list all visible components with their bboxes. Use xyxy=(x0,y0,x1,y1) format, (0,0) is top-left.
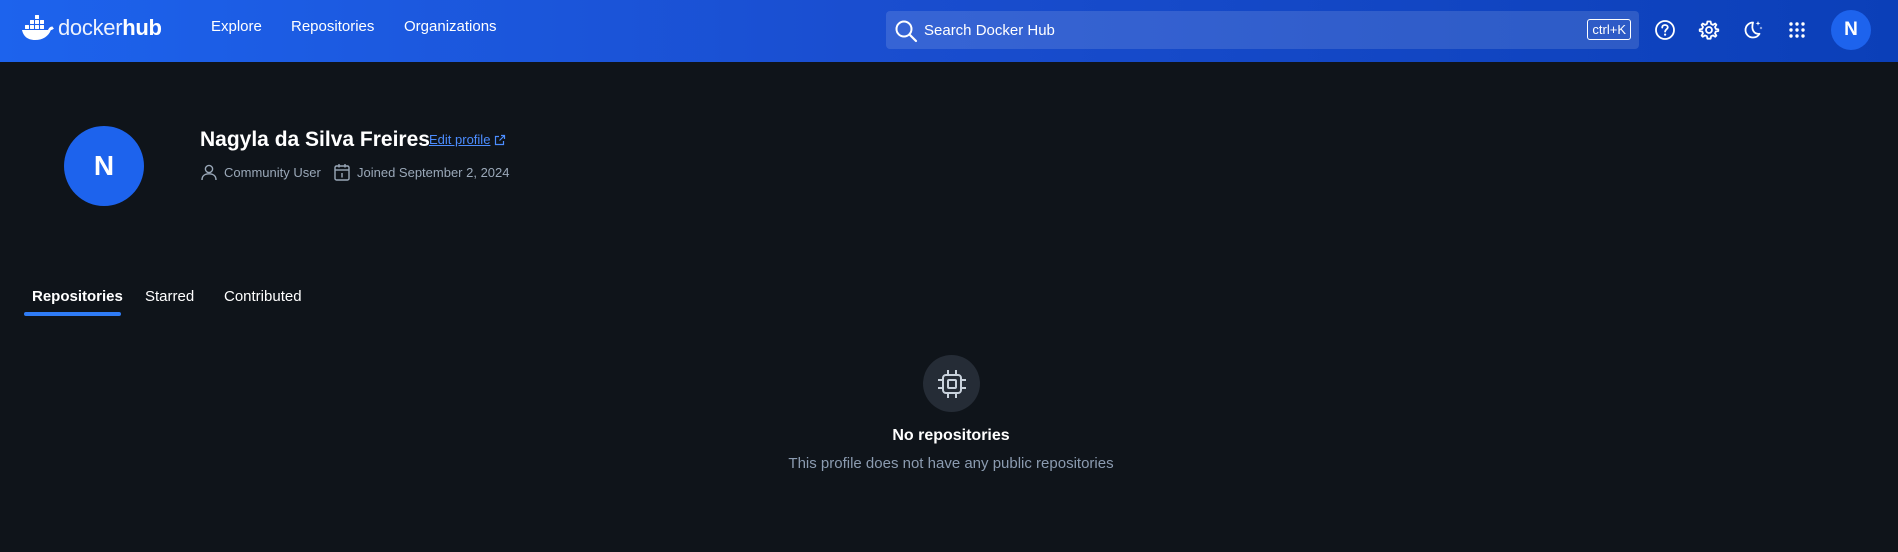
theme-toggle-icon xyxy=(1744,21,1763,39)
search-icon xyxy=(895,20,918,43)
tab-repositories[interactable]: Repositories xyxy=(32,288,123,305)
user-avatar-button[interactable]: N xyxy=(1831,10,1871,50)
logo-word-docker: docker xyxy=(58,15,123,40)
tab-contributed[interactable]: Contributed xyxy=(224,288,302,305)
edit-profile-label: Edit profile xyxy=(429,132,491,147)
search-shortcut-badge: ctrl+K xyxy=(1587,19,1631,40)
empty-state-title: No repositories xyxy=(892,427,1010,444)
top-navigation-bar: dockerhub Explore Repositories Organizat… xyxy=(0,0,1898,62)
join-date: Joined September 2, 2024 xyxy=(333,163,510,181)
empty-state-icon-circle xyxy=(923,355,980,412)
gear-icon xyxy=(1698,20,1720,40)
calendar-icon xyxy=(334,164,350,181)
search-bar[interactable]: ctrl+K xyxy=(886,11,1639,49)
apps-grid-icon xyxy=(1789,22,1805,38)
external-link-icon xyxy=(495,134,506,145)
edit-profile-link[interactable]: Edit profile xyxy=(429,132,506,147)
nav-repositories[interactable]: Repositories xyxy=(291,18,374,35)
user-type: Community User xyxy=(200,163,321,181)
logo-wordmark: dockerhub xyxy=(58,15,162,41)
theme-toggle-button[interactable] xyxy=(1739,17,1765,43)
logo-word-hub: hub xyxy=(122,15,162,40)
profile-name: Nagyla da Silva Freires xyxy=(200,128,430,151)
nav-organizations[interactable]: Organizations xyxy=(404,18,497,35)
docker-hub-logo[interactable]: dockerhub xyxy=(22,13,162,43)
tab-starred[interactable]: Starred xyxy=(145,288,194,305)
active-tab-indicator xyxy=(24,312,121,316)
empty-state-subtitle: This profile does not have any public re… xyxy=(788,455,1114,472)
docker-whale-icon xyxy=(22,15,54,40)
user-type-label: Community User xyxy=(224,164,321,180)
help-button[interactable] xyxy=(1652,17,1678,43)
nav-explore[interactable]: Explore xyxy=(211,18,262,35)
apps-button[interactable] xyxy=(1784,17,1810,43)
search-input[interactable] xyxy=(924,11,1544,49)
settings-button[interactable] xyxy=(1696,17,1722,43)
chip-icon xyxy=(937,369,966,398)
person-icon xyxy=(201,164,217,181)
join-date-label: Joined September 2, 2024 xyxy=(357,164,510,180)
profile-avatar: N xyxy=(64,126,144,206)
help-icon xyxy=(1655,20,1675,40)
